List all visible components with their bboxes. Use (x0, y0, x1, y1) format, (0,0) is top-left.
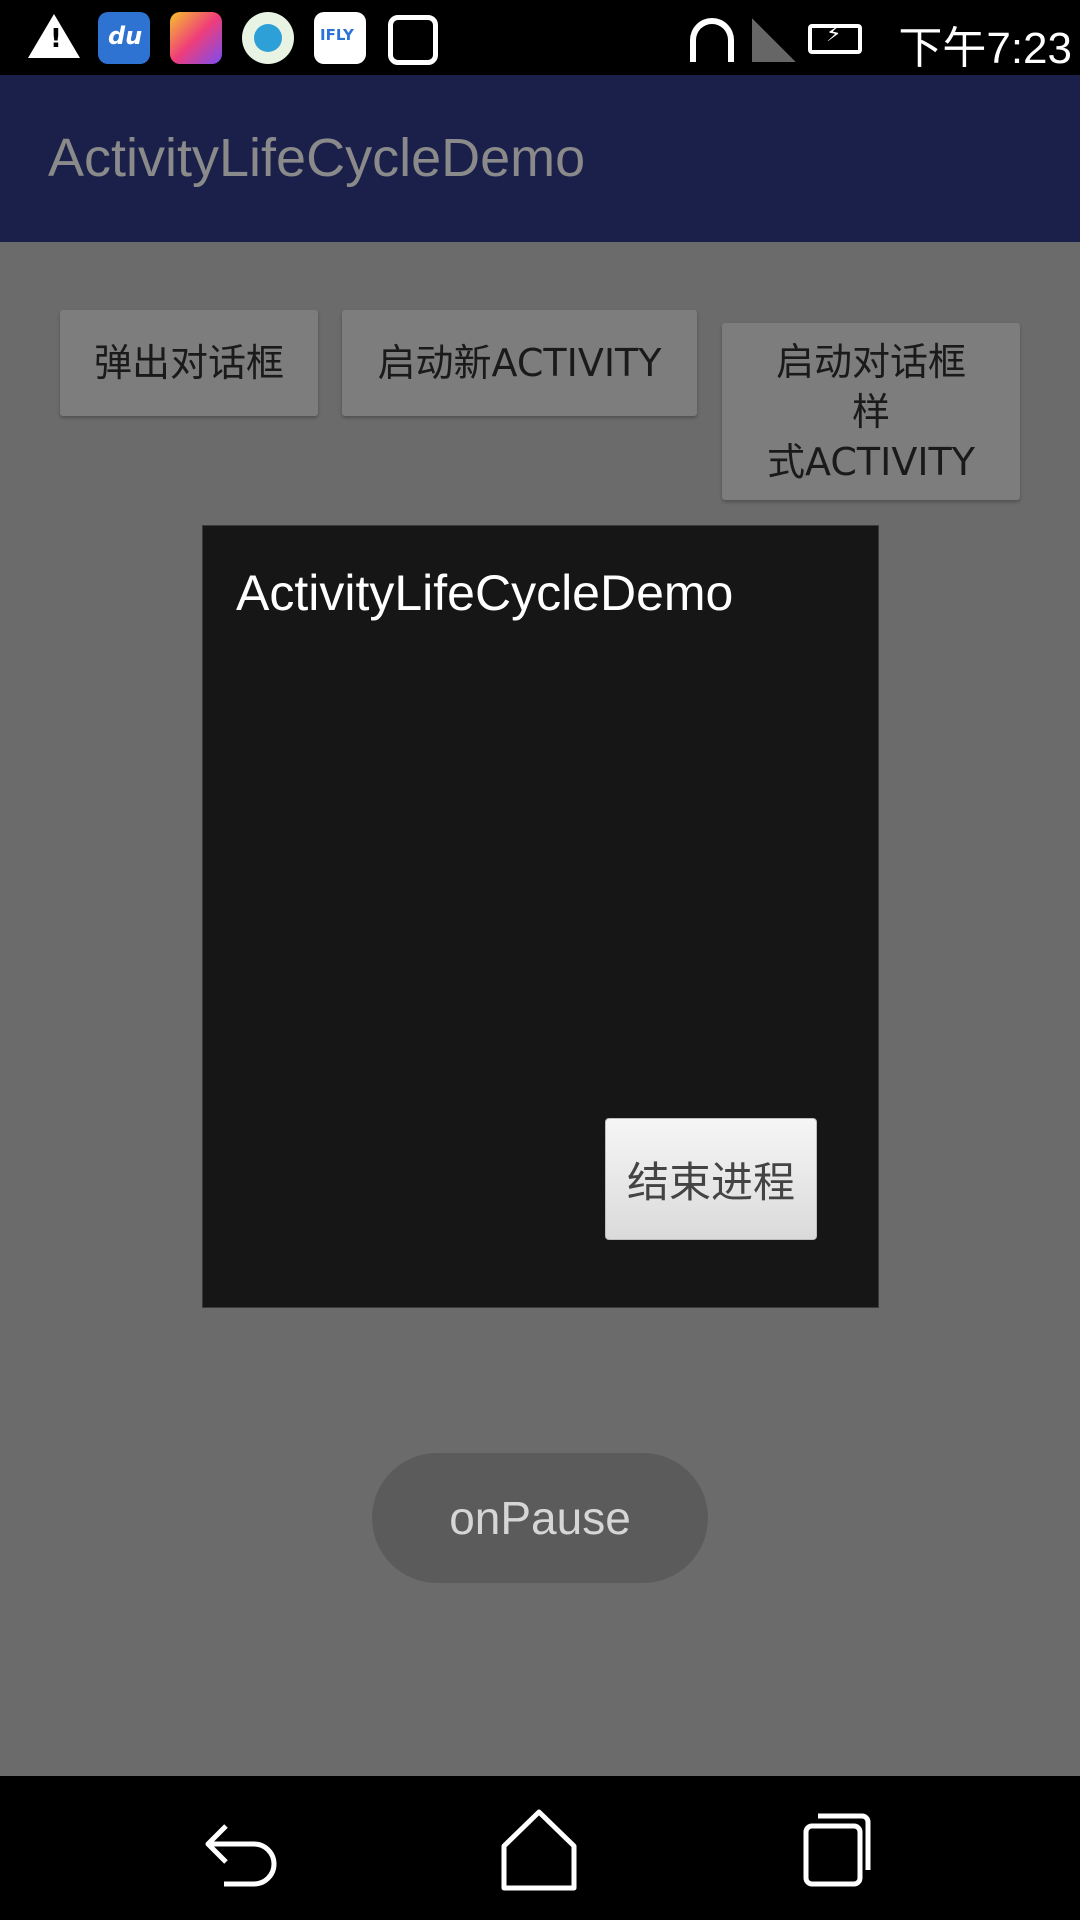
back-icon[interactable] (196, 1804, 286, 1894)
home-icon[interactable] (494, 1804, 584, 1894)
recent-apps-icon[interactable] (792, 1804, 882, 1894)
brush-app-icon (170, 12, 222, 64)
show-dialog-button[interactable]: 弹出对话框 (60, 310, 318, 416)
du-icon-label: du (108, 22, 143, 50)
dialog-activity: ActivityLifeCycleDemo 结束进程 (202, 525, 879, 1308)
ifly-icon-label: IFLY (320, 26, 354, 44)
battery-charging-icon (808, 22, 862, 54)
status-bar: ! du IFLY 下午7:23 (0, 0, 1080, 75)
start-dialog-activity-button[interactable]: 启动对话框 样 式ACTIVITY (722, 323, 1020, 500)
end-process-button[interactable]: 结束进程 (605, 1118, 817, 1240)
dialog-title: ActivityLifeCycleDemo (236, 565, 734, 621)
start-activity-button[interactable]: 启动新ACTIVITY (342, 310, 697, 416)
eye-app-icon (242, 12, 294, 64)
status-time: 下午7:23 (898, 24, 1072, 73)
ifly-icon: IFLY (314, 12, 366, 64)
no-signal-icon (752, 18, 796, 62)
wifi-icon (690, 18, 734, 62)
bear-app-icon (388, 15, 438, 65)
app-toolbar: ActivityLifeCycleDemo (0, 75, 1080, 242)
toast-message: onPause (372, 1453, 708, 1583)
du-icon: du (98, 12, 150, 64)
warning-icon: ! (28, 14, 80, 58)
navigation-bar (0, 1776, 1080, 1920)
toolbar-title: ActivityLifeCycleDemo (48, 128, 586, 188)
system-icons (690, 12, 862, 64)
